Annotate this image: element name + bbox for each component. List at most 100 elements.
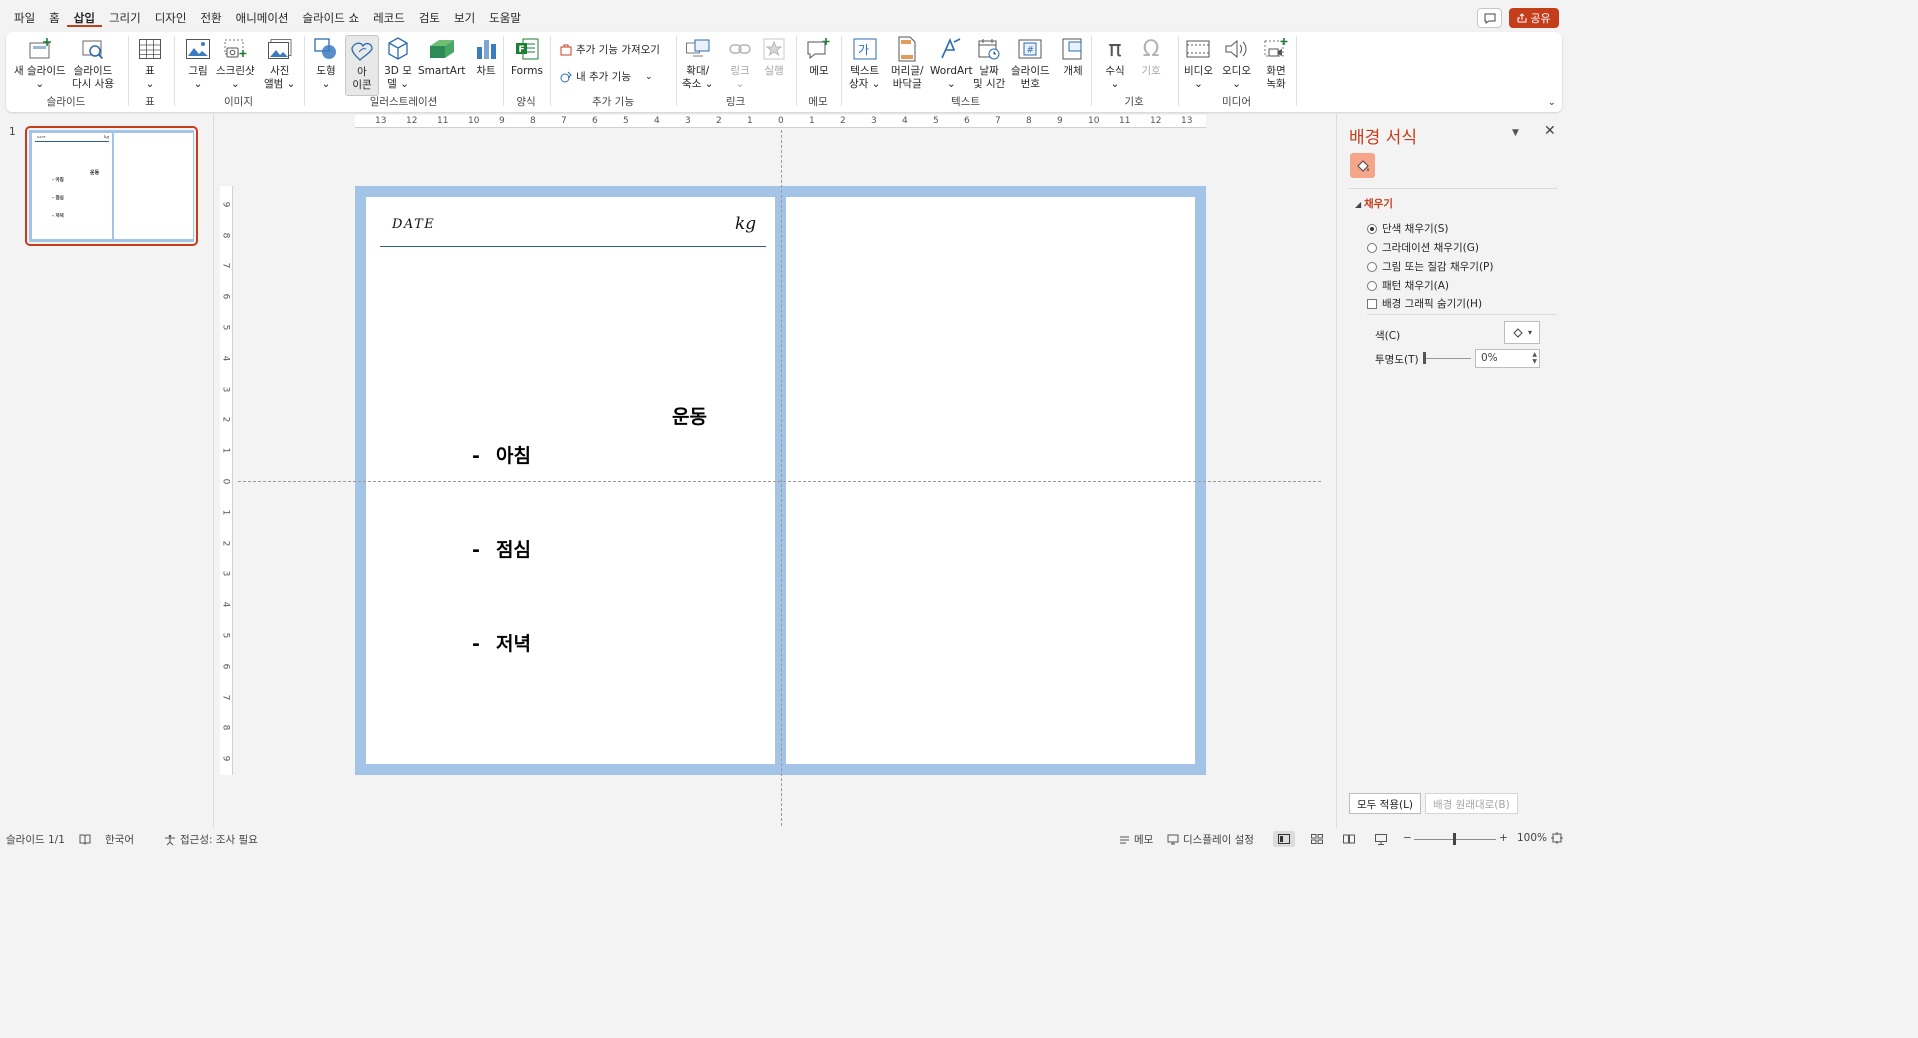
thumbnail-slide-preview: DATE kg 운동 - 아침 - 점심 - 저녁 bbox=[29, 130, 194, 242]
fill-section-header[interactable]: ◢ 채우기 bbox=[1355, 196, 1393, 211]
link-button[interactable]: 링크 ⌄ bbox=[726, 35, 754, 91]
object-button[interactable]: 개체 bbox=[1059, 35, 1087, 78]
language-indicator[interactable]: 한국어 bbox=[79, 832, 134, 847]
radio-gradient-fill[interactable] bbox=[1367, 242, 1377, 253]
zoom-level[interactable]: 100% bbox=[1517, 832, 1547, 844]
new-slide-button[interactable]: 새 슬라이드 ⌄ bbox=[14, 35, 66, 91]
ribbon-collapse-chevron-icon[interactable]: ⌄ bbox=[1548, 97, 1556, 108]
hide-background-graphics-option[interactable]: 배경 그래픽 숨기기(H) bbox=[1367, 296, 1482, 311]
fill-tab-button[interactable] bbox=[1350, 153, 1375, 178]
solid-fill-option[interactable]: 단색 채우기(S) bbox=[1367, 221, 1449, 236]
radio-pattern-fill[interactable] bbox=[1367, 280, 1377, 291]
action-button[interactable]: 실행 bbox=[760, 35, 788, 78]
pictures-button[interactable]: 그림 ⌄ bbox=[184, 35, 212, 91]
table-button[interactable]: 표 ⌄ bbox=[136, 35, 164, 91]
tab-home[interactable]: 홈 bbox=[42, 9, 67, 27]
meal-label: 아침 bbox=[496, 445, 531, 467]
tab-animations[interactable]: 애니메이션 bbox=[229, 9, 296, 27]
pane-options-chevron-icon[interactable]: ▼ bbox=[1512, 128, 1519, 138]
equation-button[interactable]: π 수식 ⌄ bbox=[1101, 35, 1129, 91]
header-footer-button[interactable]: 머리글/ 바닥글 bbox=[891, 35, 924, 91]
ruler-tick-label: 13 bbox=[1181, 116, 1193, 126]
video-button[interactable]: 비디오 ⌄ bbox=[1184, 35, 1213, 91]
slide-number-button[interactable]: # 슬라이드 번호 bbox=[1011, 35, 1050, 91]
fit-slide-button[interactable] bbox=[1551, 832, 1563, 844]
ruler-tick-label: 8 bbox=[1026, 116, 1032, 126]
forms-button[interactable]: F Forms bbox=[511, 35, 543, 78]
tab-record[interactable]: 레코드 bbox=[366, 9, 412, 27]
date-time-button[interactable]: 날짜 및 시간 bbox=[973, 35, 1005, 91]
tab-draw[interactable]: 그리기 bbox=[102, 9, 148, 27]
pane-close-icon[interactable]: ✕ bbox=[1544, 123, 1556, 139]
tab-insert[interactable]: 삽입 bbox=[66, 9, 102, 27]
shapes-button[interactable]: 도형 ⌄ bbox=[312, 35, 340, 91]
exercise-title[interactable]: 운동 bbox=[672, 402, 707, 429]
slide-sorter-view-button[interactable] bbox=[1306, 831, 1328, 847]
text-box-label-1: 텍스트 bbox=[850, 65, 880, 77]
new-slide-label: 새 슬라이드 bbox=[14, 65, 66, 77]
picture-texture-fill-option[interactable]: 그림 또는 질감 채우기(P) bbox=[1367, 259, 1493, 274]
meal-item-lunch[interactable]: - 점심 bbox=[472, 535, 531, 562]
new-comment-button[interactable]: 메모 bbox=[805, 35, 833, 78]
tab-help[interactable]: 도움말 bbox=[482, 9, 528, 27]
smartart-button[interactable]: SmartArt bbox=[418, 35, 465, 78]
zoom-in-button[interactable]: + bbox=[1499, 832, 1508, 844]
tab-view[interactable]: 보기 bbox=[447, 9, 482, 27]
get-addins-button[interactable]: 추가 기능 가져오기 bbox=[560, 42, 660, 57]
reset-background-button[interactable]: 배경 원래대로(B) bbox=[1425, 793, 1518, 814]
transparency-slider-track[interactable] bbox=[1425, 358, 1471, 359]
horizontal-ruler[interactable]: 13 12 11 10 9 8 7 6 5 4 3 2 1 0 1 2 3 4 5 6 7 8 9 10 11 12 13 bbox=[355, 115, 1206, 128]
normal-view-button[interactable] bbox=[1273, 831, 1295, 847]
comments-button[interactable] bbox=[1477, 8, 1502, 28]
text-box-button[interactable]: 가 텍스트 상자 ⌄ bbox=[849, 35, 880, 91]
accessibility-checker[interactable]: 접근성: 조사 필요 bbox=[164, 832, 258, 847]
hide-graphics-checkbox[interactable] bbox=[1367, 298, 1377, 309]
transparency-input[interactable]: 0% ▲ ▼ bbox=[1475, 349, 1540, 368]
transparency-slider-thumb[interactable] bbox=[1423, 352, 1426, 364]
radio-picture-texture-fill[interactable] bbox=[1367, 261, 1377, 272]
slide-thumbnail-1[interactable]: DATE kg 운동 - 아침 - 점심 - 저녁 bbox=[25, 126, 198, 246]
reading-view-button[interactable] bbox=[1338, 831, 1360, 847]
photo-album-button[interactable]: 사진 앨범 ⌄ bbox=[264, 35, 295, 91]
share-button[interactable]: 공유 bbox=[1509, 8, 1559, 28]
screenshot-button[interactable]: 스크린샷 ⌄ bbox=[216, 35, 255, 91]
ruler-tick-label: 3 bbox=[685, 116, 691, 126]
meal-item-breakfast[interactable]: - 아침 bbox=[472, 441, 531, 468]
screen-recording-button[interactable]: 화면 녹화 bbox=[1262, 35, 1290, 91]
tab-slideshow[interactable]: 슬라이드 쇼 bbox=[296, 9, 367, 27]
chart-button[interactable]: 차트 bbox=[472, 35, 500, 78]
radio-solid-fill[interactable] bbox=[1367, 223, 1377, 234]
gradient-fill-option[interactable]: 그라데이션 채우기(G) bbox=[1367, 240, 1479, 255]
tab-design[interactable]: 디자인 bbox=[148, 9, 194, 27]
notes-button[interactable]: 메모 bbox=[1119, 832, 1153, 847]
reuse-slides-button[interactable]: 슬라이드 다시 사용 bbox=[72, 35, 114, 91]
kg-label[interactable]: kg bbox=[735, 214, 756, 234]
symbol-button[interactable]: Ω 기호 bbox=[1137, 35, 1165, 78]
vertical-ruler[interactable]: 9 8 7 6 5 4 3 2 1 0 1 2 3 4 5 6 7 8 9 bbox=[220, 186, 233, 775]
zoom-slider-thumb[interactable] bbox=[1453, 833, 1456, 845]
tab-review[interactable]: 검토 bbox=[412, 9, 447, 27]
meal-label: 점심 bbox=[496, 539, 531, 561]
spinner-arrows-icon[interactable]: ▲ ▼ bbox=[1532, 351, 1537, 365]
zoom-insert-button[interactable]: 확대/ 축소 ⌄ bbox=[682, 35, 713, 91]
ruler-tick-label: 2 bbox=[220, 417, 231, 423]
ruler-tick-label: 3 bbox=[220, 571, 231, 577]
wordart-button[interactable]: WordArt ⌄ bbox=[930, 35, 973, 91]
audio-button[interactable]: 오디오 ⌄ bbox=[1222, 35, 1251, 91]
zoom-out-button[interactable]: − bbox=[1403, 832, 1412, 844]
video-label: 비디오 bbox=[1184, 65, 1213, 77]
tab-transitions[interactable]: 전환 bbox=[193, 9, 228, 27]
my-addins-button[interactable]: 내 추가 기능 ⌄ bbox=[560, 69, 653, 84]
pattern-fill-option[interactable]: 패턴 채우기(A) bbox=[1367, 278, 1449, 293]
meal-item-dinner[interactable]: - 저녁 bbox=[472, 629, 531, 656]
slideshow-view-button[interactable] bbox=[1370, 831, 1392, 847]
fill-color-picker[interactable]: ▾ bbox=[1504, 321, 1540, 344]
date-label[interactable]: DATE bbox=[392, 217, 435, 232]
apply-to-all-button[interactable]: 모두 적용(L) bbox=[1349, 793, 1422, 814]
tab-file[interactable]: 파일 bbox=[7, 9, 42, 27]
3d-models-button[interactable]: 3D 모 델 ⌄ bbox=[384, 35, 412, 91]
header-footer-icon bbox=[893, 35, 921, 63]
display-settings-button[interactable]: 디스플레이 설정 bbox=[1167, 832, 1254, 847]
icons-button[interactable]: 아 이콘 bbox=[345, 35, 379, 96]
ruler-tick-label: 1 bbox=[220, 509, 231, 516]
